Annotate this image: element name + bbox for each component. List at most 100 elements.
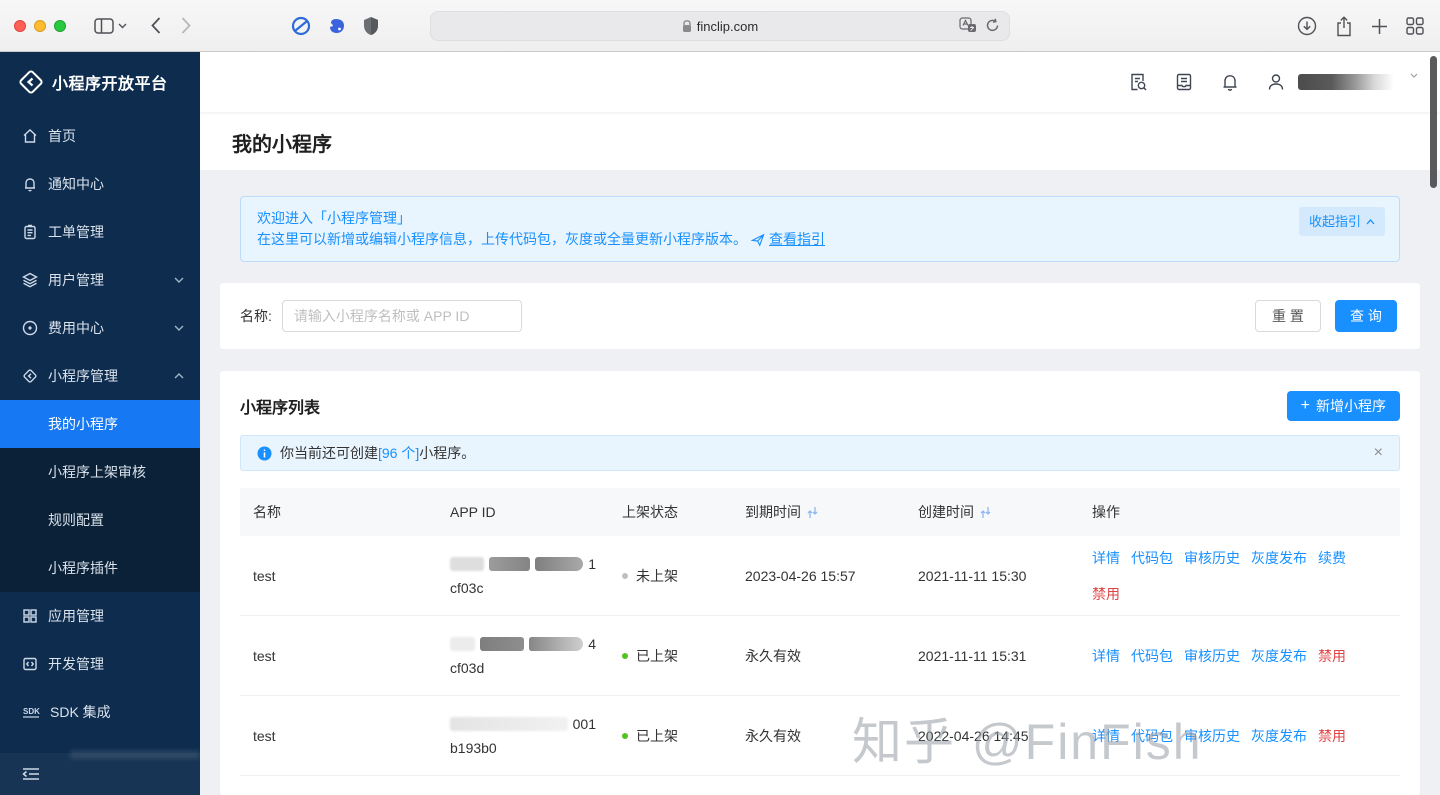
sidebar-item-my-miniapps[interactable]: 我的小程序: [0, 400, 200, 448]
action-codepkg[interactable]: 代码包: [1131, 646, 1173, 666]
sidebar-item-users[interactable]: 用户管理: [0, 256, 200, 304]
search-form: 名称: 重 置 查 询: [220, 283, 1420, 349]
sidebar-item-home[interactable]: 首页: [0, 112, 200, 160]
sidebar-item-dev[interactable]: 开发管理: [0, 640, 200, 688]
share-icon[interactable]: [1335, 16, 1353, 37]
col-status: 上架状态: [609, 502, 732, 522]
sidebar-item-miniapp-management[interactable]: 小程序管理: [0, 352, 200, 400]
sidebar: 小程序开放平台 首页 通知中心 工单管理 用户管理 费用中心: [0, 52, 200, 795]
plus-icon: +: [1301, 397, 1310, 415]
reload-icon[interactable]: [985, 18, 1000, 33]
sort-icon[interactable]: [807, 506, 818, 519]
action-disable[interactable]: 禁用: [1318, 646, 1346, 666]
app-name: test: [240, 568, 437, 584]
account-person-icon[interactable]: [1266, 72, 1286, 92]
code-icon: [22, 656, 38, 672]
zoom-window-button[interactable]: [54, 20, 66, 32]
reset-button[interactable]: 重 置: [1255, 300, 1321, 332]
action-review-history[interactable]: 审核历史: [1184, 548, 1240, 568]
action-review-history[interactable]: 审核历史: [1184, 726, 1240, 746]
shield-extension-icon[interactable]: [363, 16, 379, 36]
sort-icon[interactable]: [980, 506, 991, 519]
browser-toolbar: finclip.com: [0, 0, 1440, 52]
scrollbar-thumb[interactable]: [1430, 56, 1437, 188]
action-codepkg[interactable]: 代码包: [1131, 726, 1173, 746]
action-detail[interactable]: 详情: [1092, 646, 1120, 666]
action-disable[interactable]: 禁用: [1318, 726, 1346, 746]
downloads-icon[interactable]: [1297, 16, 1317, 36]
action-review-history[interactable]: 审核历史: [1184, 646, 1240, 666]
app-id-suffix: cf03d: [450, 660, 596, 676]
close-icon[interactable]: ×: [1374, 445, 1383, 461]
quota-count: [96 个]: [378, 445, 419, 461]
app-name: test: [240, 728, 437, 744]
status-dot: [622, 733, 628, 739]
action-gray-release[interactable]: 灰度发布: [1251, 646, 1307, 666]
lock-icon: [682, 20, 692, 33]
chevron-up-icon: [1366, 219, 1375, 225]
sidebar-item-sdk[interactable]: SDK SDK 集成: [0, 688, 200, 736]
content-blocker-extension-icon[interactable]: [291, 16, 311, 36]
translate-icon[interactable]: [959, 17, 977, 33]
action-codepkg[interactable]: 代码包: [1131, 548, 1173, 568]
status-dot: [622, 653, 628, 659]
info-icon: [257, 446, 272, 461]
tab-overview-icon[interactable]: [1406, 17, 1424, 35]
forward-button[interactable]: [181, 17, 191, 34]
table-header-row: 名称 APP ID 上架状态 到期时间 创建时间 操作: [240, 488, 1400, 536]
account-name-redacted[interactable]: [1298, 74, 1394, 90]
action-gray-release[interactable]: 灰度发布: [1251, 548, 1307, 568]
expire-time: 永久有效: [732, 726, 905, 746]
expire-time: 永久有效: [732, 646, 905, 666]
miniapp-icon: [22, 368, 38, 384]
sidebar-item-billing[interactable]: 费用中心: [0, 304, 200, 352]
finclip-logo-icon: [18, 69, 44, 95]
action-detail[interactable]: 详情: [1092, 548, 1120, 568]
close-window-button[interactable]: [14, 20, 26, 32]
table-row: test 4 cf03d: [240, 616, 1400, 696]
action-disable[interactable]: 禁用: [1092, 584, 1120, 604]
collapse-guide-button[interactable]: 收起指引: [1299, 207, 1385, 236]
collapse-menu-icon: [22, 767, 40, 781]
app-logo[interactable]: 小程序开放平台: [0, 52, 200, 112]
chevron-down-icon[interactable]: [118, 23, 127, 29]
sidebar-toggle-icon[interactable]: [94, 18, 114, 34]
sidebar-item-apps[interactable]: 应用管理: [0, 592, 200, 640]
back-button[interactable]: [151, 17, 161, 34]
sidebar-item-review[interactable]: 小程序上架审核: [0, 448, 200, 496]
sidebar-collapse-button[interactable]: [0, 753, 200, 795]
action-detail[interactable]: 详情: [1092, 726, 1120, 746]
banner-line1: 欢迎进入「小程序管理」: [257, 208, 1383, 229]
minimize-window-button[interactable]: [34, 20, 46, 32]
view-guide-link[interactable]: 查看指引: [769, 229, 825, 250]
query-button[interactable]: 查 询: [1335, 300, 1397, 332]
sdk-icon: SDK: [22, 704, 40, 720]
new-tab-icon[interactable]: [1371, 18, 1388, 35]
app-id-suffix: b193b0: [450, 740, 596, 756]
evernote-extension-icon[interactable]: [327, 16, 347, 36]
doc-feedback-icon[interactable]: [1174, 72, 1194, 92]
sidebar-item-notifications[interactable]: 通知中心: [0, 160, 200, 208]
redacted-app-id: 4: [450, 636, 596, 652]
notifications-bell-icon[interactable]: [1220, 72, 1240, 92]
status-badge: 已上架: [609, 646, 732, 666]
row-actions: 详情 代码包 审核历史 灰度发布 续费 禁用: [1079, 548, 1400, 604]
col-appid: APP ID: [437, 504, 609, 520]
chevron-down-icon: [174, 325, 184, 331]
page-title: 我的小程序: [232, 128, 1408, 157]
add-miniapp-button[interactable]: + 新增小程序: [1287, 391, 1400, 421]
address-bar[interactable]: finclip.com: [430, 11, 1010, 41]
sidebar-item-tickets[interactable]: 工单管理: [0, 208, 200, 256]
list-title: 小程序列表: [240, 394, 320, 418]
action-renew[interactable]: 续费: [1318, 548, 1346, 568]
url-text: finclip.com: [697, 19, 758, 34]
miniapp-search-input[interactable]: [282, 300, 522, 332]
created-time: 2021-11-11 15:31: [905, 648, 1079, 664]
action-gray-release[interactable]: 灰度发布: [1251, 726, 1307, 746]
sidebar-item-plugins[interactable]: 小程序插件: [0, 544, 200, 592]
sidebar-item-rules[interactable]: 规则配置: [0, 496, 200, 544]
app-id-suffix: cf03c: [450, 580, 596, 596]
status-badge: 已上架: [609, 726, 732, 746]
banner-line2: 在这里可以新增或编辑小程序信息，上传代码包，灰度或全量更新小程序版本。: [257, 229, 747, 250]
doc-search-icon[interactable]: [1128, 72, 1148, 92]
